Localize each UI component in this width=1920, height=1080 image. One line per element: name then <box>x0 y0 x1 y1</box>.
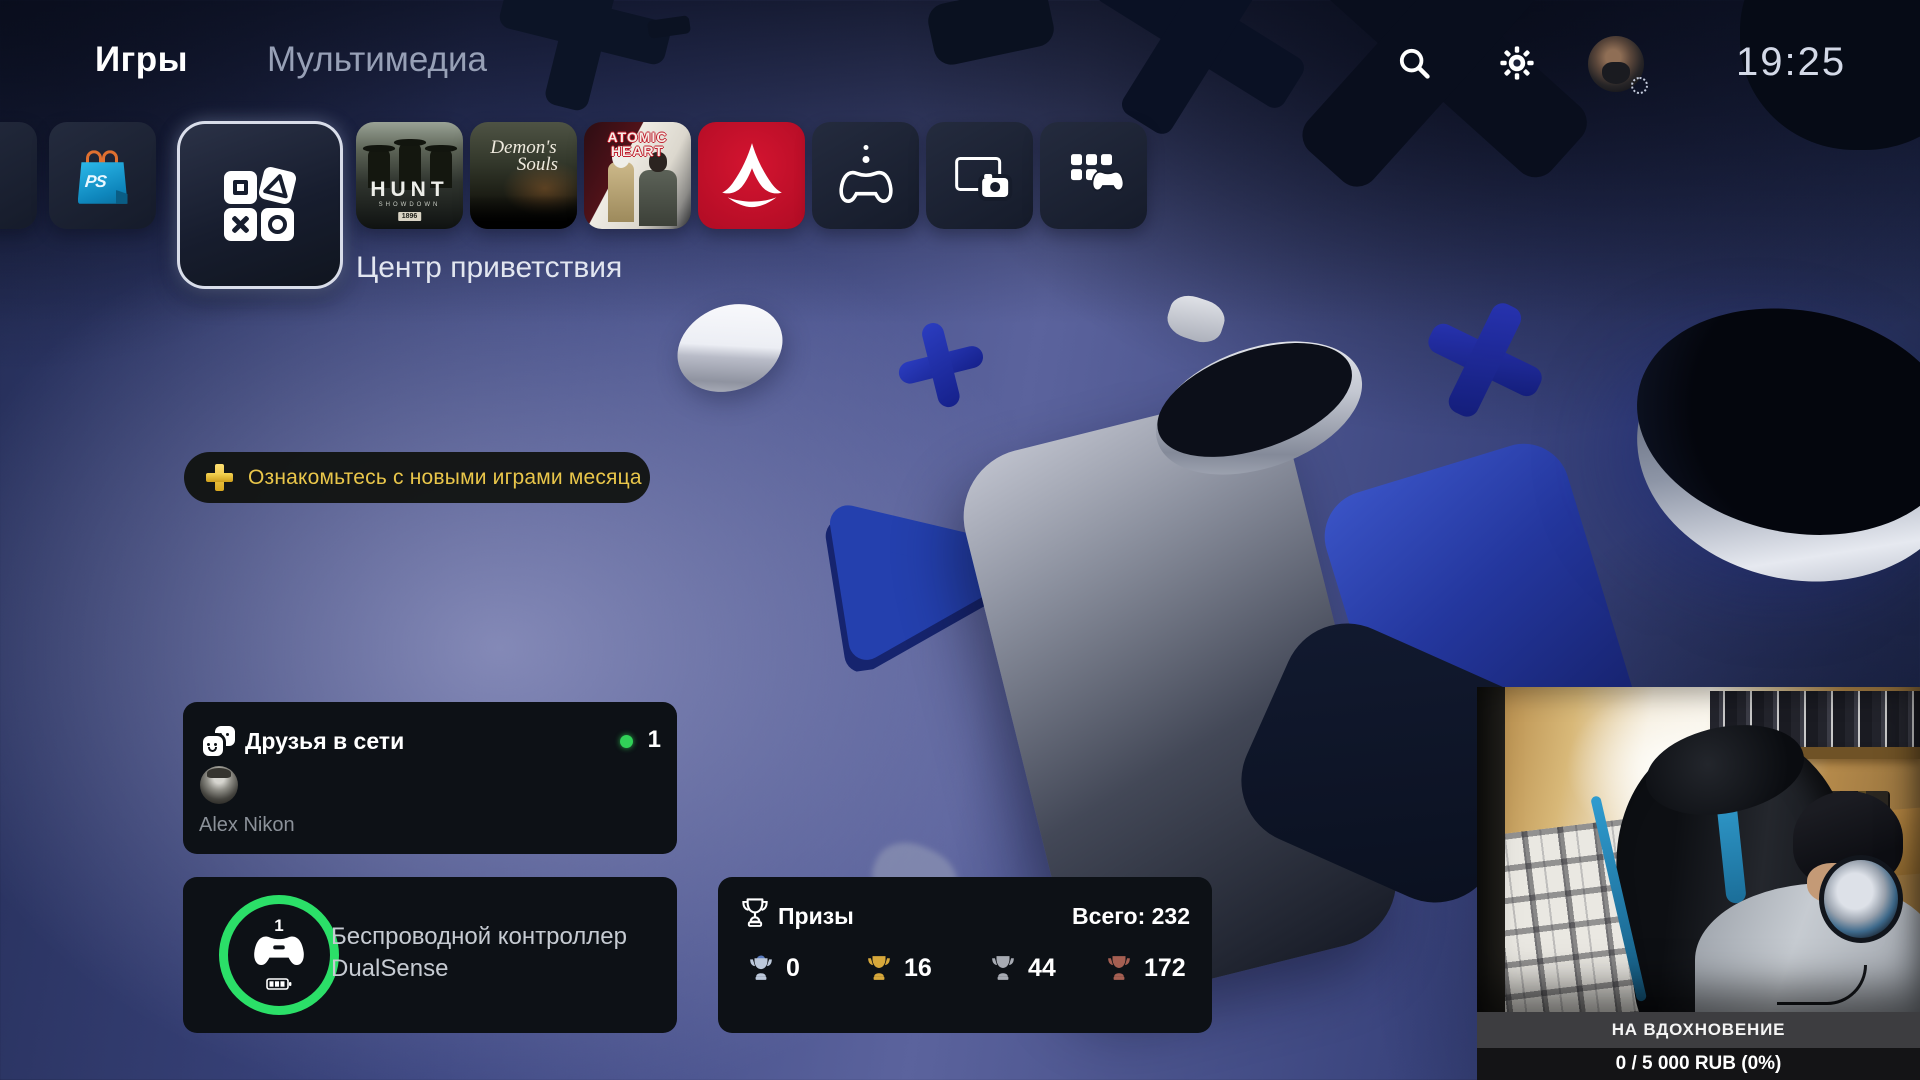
gold-trophy-icon <box>866 953 892 983</box>
bronze-trophy-item: 172 <box>1106 953 1186 983</box>
selected-tile-label: Центр приветствия <box>356 251 622 285</box>
online-status-dot <box>620 735 633 748</box>
ps-plus-banner[interactable]: Ознакомьтесь с новыми играми месяца <box>184 452 650 503</box>
donation-goal-progress: 0 / 5 000 RUB (0%) <box>1477 1048 1920 1080</box>
trophy-counts-row: 0 16 44 172 <box>718 953 1212 1003</box>
ps-plus-icon <box>206 464 233 491</box>
trophy-icon <box>740 897 770 934</box>
tile-demons-souls[interactable]: Demon'sSouls <box>470 122 577 229</box>
trophies-total: Всего: 232 <box>1072 903 1190 930</box>
trophies-title: Призы <box>778 903 854 930</box>
webcam-video <box>1477 687 1920 1012</box>
demons-souls-cover-art: Demon'sSouls <box>470 122 577 229</box>
tile-ps-plus-partial[interactable] <box>0 122 37 229</box>
assassins-creed-logo-icon <box>698 122 805 229</box>
remote-play-icon <box>836 145 896 207</box>
platinum-trophy-icon <box>748 953 774 983</box>
friend-avatar[interactable] <box>200 766 238 804</box>
home-tile-row: PS HUNT SHOWDOWN 1896 Demon'sSouls ATOM <box>0 0 1920 330</box>
controller-battery-ring: 1 <box>219 895 339 1015</box>
friends-icon <box>203 726 235 756</box>
friends-online-card[interactable]: Друзья в сети 1 Alex Nikon <box>183 702 677 854</box>
friend-name: Alex Nikon <box>199 814 295 837</box>
controller-name: Беспроводной контроллер DualSense <box>331 921 627 985</box>
ps-plus-banner-text: Ознакомьтесь с новыми играми месяца <box>248 466 642 490</box>
welcome-hub-icon <box>224 169 296 241</box>
ps-store-icon: PS <box>76 150 130 206</box>
bronze-trophy-icon <box>1106 953 1132 983</box>
tile-playstation-store[interactable]: PS <box>49 122 156 229</box>
bg-coin-shape <box>1138 316 1379 499</box>
tile-media-gallery[interactable] <box>926 122 1033 229</box>
hunt-cover-art: HUNT SHOWDOWN 1896 <box>356 122 463 229</box>
bg-puck-shape <box>1614 293 1920 609</box>
silver-trophy-item: 44 <box>990 953 1056 983</box>
gold-trophy-item: 16 <box>866 953 932 983</box>
controller-status-card[interactable]: 1 Беспроводной контроллер DualSense <box>183 877 677 1033</box>
tile-remote-play[interactable] <box>812 122 919 229</box>
donation-goal-title: НА ВДОХНОВЕНИЕ <box>1477 1012 1920 1048</box>
platinum-trophy-item: 0 <box>748 953 800 983</box>
tile-game-library[interactable] <box>1040 122 1147 229</box>
online-count: 1 <box>648 726 661 754</box>
trophies-card[interactable]: Призы Всего: 232 0 16 44 172 <box>718 877 1212 1033</box>
tile-assassins-creed-shadows[interactable] <box>698 122 805 229</box>
friends-card-title: Друзья в сети <box>245 728 404 755</box>
webcam-overlay: НА ВДОХНОВЕНИЕ 0 / 5 000 RUB (0%) <box>1477 687 1920 1080</box>
atomic-heart-cover-art: ATOMICHEART <box>584 122 691 229</box>
silver-trophy-icon <box>990 953 1016 983</box>
game-library-icon <box>1071 154 1117 196</box>
tile-welcome-hub[interactable] <box>177 121 343 289</box>
controller-icon <box>250 933 308 974</box>
bg-triangle-shape <box>817 476 1049 674</box>
battery-icon <box>266 977 292 996</box>
media-gallery-icon <box>955 156 1001 190</box>
tile-hunt-showdown[interactable]: HUNT SHOWDOWN 1896 <box>356 122 463 229</box>
tile-atomic-heart[interactable]: ATOMICHEART <box>584 122 691 229</box>
